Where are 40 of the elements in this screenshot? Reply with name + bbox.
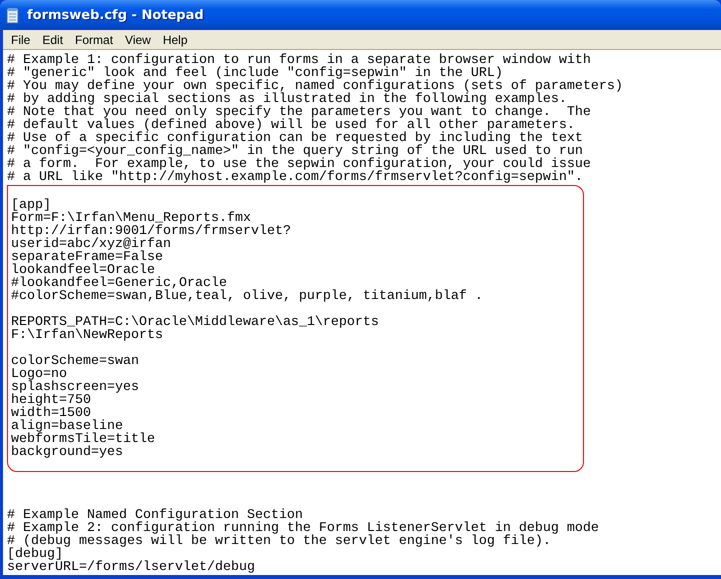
code-line: # Example Named Configuration Section [7,509,303,522]
code-line: [debug] [7,548,63,561]
code-line: [app] [11,199,51,212]
window-title: formsweb.cfg - Notepad [27,8,204,22]
menu-item[interactable]: Edit [36,32,70,46]
code-line: # a form. For example, to use the sepwin configuration, your could issue [7,158,592,171]
code-line: # default values (defined above) will be used for all other parameters. [7,119,575,132]
code-line: REPORTS_PATH=C:\Oracle\Middleware\as_1\reports [11,316,380,329]
code-line: serverURL=/forms/lservlet/debug [7,561,256,574]
code-line: # Note that you need only specify the parameters you want to change. The [7,106,592,119]
code-line: #lookandfeel=Generic,Oracle [11,277,227,290]
code-line: # Example 2: configuration running the Forms ListenerServlet in debug mode [7,522,600,535]
code-line: separateFrame=False [11,251,164,264]
code-line: splashscreen=yes [11,381,140,394]
code-line: # (debug messages will be written to the servlet engine's log file). [7,535,552,548]
code-line: #colorScheme=swan,Blue,teal, olive, purple, titanium,blaf . [11,290,484,303]
code-line: Logo=no [11,368,67,381]
code-line: http://irfan:9001/forms/frmservlet? [11,225,292,238]
notepad-icon [5,6,21,24]
code-line: lookandfeel=Oracle [11,264,155,277]
code-line: # by adding special sections as illustrated in the following examples. [7,93,567,106]
code-line: # You may define your own specific, named configurations (sets of parameters) [7,80,624,93]
code-line: # "generic" look and feel (include "config=sepwin" in the URL) [7,67,504,80]
code-line: Form=F:\Irfan\Menu_Reports.fmx [11,212,251,225]
code-line: height=750 [11,394,92,407]
menu-item[interactable]: Format [69,32,120,46]
code-line: colorScheme=swan [11,355,140,368]
code-line: # Use of a specific configuration can be requested by including the text [7,132,584,145]
code-line: # a URL like "http://myhost.example.com/forms/frmservlet?config=sepwin". [7,171,584,184]
code-line: width=1500 [11,407,91,420]
menu-item[interactable]: File [5,32,36,46]
code-line: # Example 1: configuration to run forms in a separate browser window with [7,54,592,67]
code-line: align=baseline [11,420,123,433]
menu-item[interactable]: Help [156,32,194,46]
code-line: userid=abc/xyz@irfan [11,238,172,251]
code-line: # "config=<your_config_name>" in the query string of the URL used to run [7,145,583,158]
code-line: webformsTile=title [11,433,156,446]
code-line: background=yes [11,446,124,459]
menu-item[interactable]: View [119,32,157,46]
code-line: F:\Irfan\NewReports [11,329,164,342]
